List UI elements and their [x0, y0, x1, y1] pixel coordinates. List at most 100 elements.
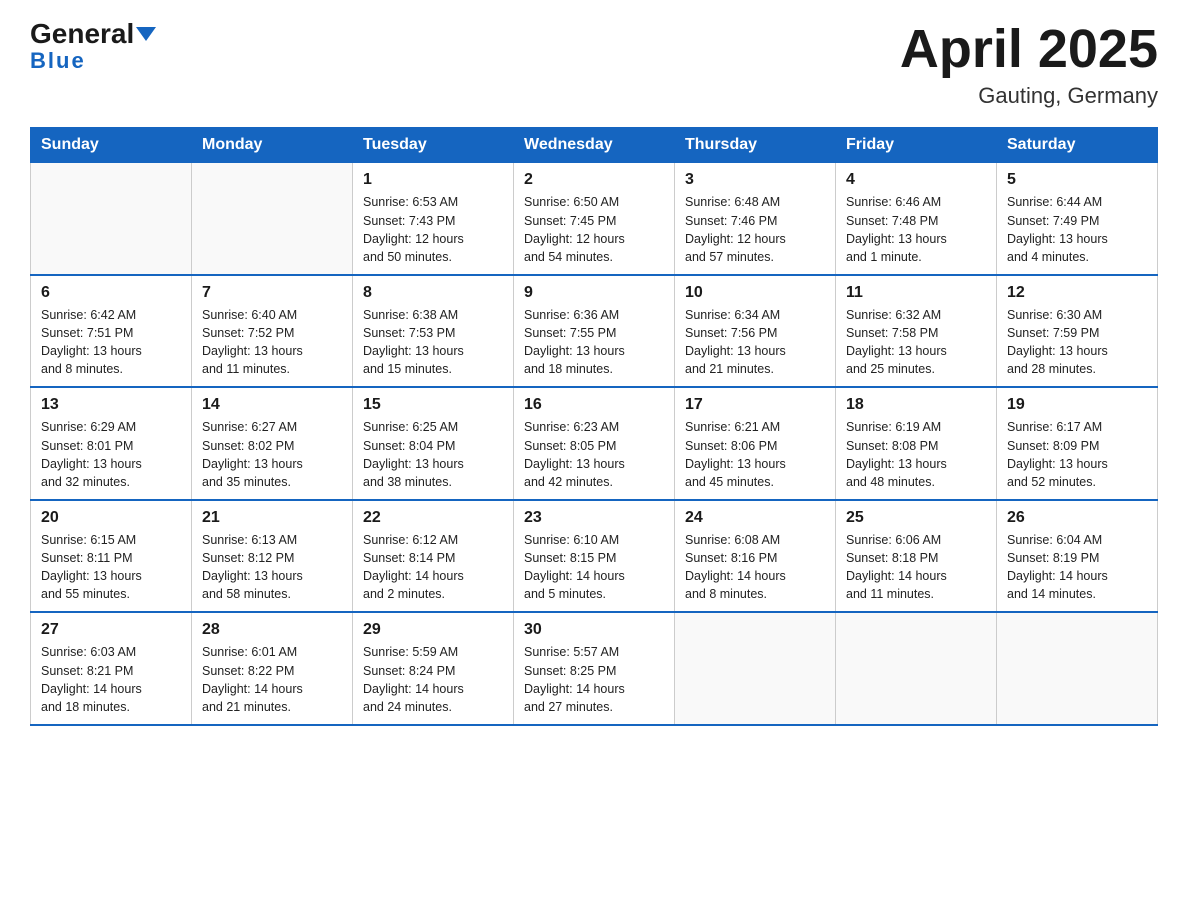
calendar-cell: 12 Sunrise: 6:30 AM Sunset: 7:59 PM Dayli…: [997, 275, 1158, 388]
calendar-month-year: April 2025: [900, 20, 1158, 79]
calendar-cell: 30 Sunrise: 5:57 AM Sunset: 8:25 PM Dayli…: [514, 612, 675, 725]
day-number: 16: [524, 396, 664, 414]
calendar-cell: 25 Sunrise: 6:06 AM Sunset: 8:18 PM Dayli…: [836, 500, 997, 613]
weekday-header-saturday: Saturday: [997, 128, 1158, 163]
calendar-header: SundayMondayTuesdayWednesdayThursdayFrid…: [31, 128, 1158, 163]
calendar-table: SundayMondayTuesdayWednesdayThursdayFrid…: [30, 127, 1158, 726]
day-number: 28: [202, 621, 342, 639]
day-number: 11: [846, 284, 986, 302]
day-info: Sunrise: 6:46 AM Sunset: 7:48 PM Dayligh…: [846, 193, 986, 266]
day-info: Sunrise: 6:40 AM Sunset: 7:52 PM Dayligh…: [202, 306, 342, 379]
calendar-cell: 16 Sunrise: 6:23 AM Sunset: 8:05 PM Dayli…: [514, 387, 675, 500]
weekday-header-wednesday: Wednesday: [514, 128, 675, 163]
calendar-cell: 8Sunrise: 6:38 AM Sunset: 7:53 PM Daylig…: [353, 275, 514, 388]
day-number: 1: [363, 171, 503, 189]
calendar-cell: 6 Sunrise: 6:42 AM Sunset: 7:51 PM Daylig…: [31, 275, 192, 388]
calendar-cell: 3 Sunrise: 6:48 AM Sunset: 7:46 PM Daylig…: [675, 163, 836, 275]
page-header: General Blue April 2025 Gauting, Germany: [30, 20, 1158, 109]
calendar-cell: 5 Sunrise: 6:44 AM Sunset: 7:49 PM Daylig…: [997, 163, 1158, 275]
calendar-cell: [31, 163, 192, 275]
calendar-title-block: April 2025 Gauting, Germany: [900, 20, 1158, 109]
calendar-cell: 1 Sunrise: 6:53 AM Sunset: 7:43 PM Daylig…: [353, 163, 514, 275]
day-info: Sunrise: 6:27 AM Sunset: 8:02 PM Dayligh…: [202, 418, 342, 491]
calendar-cell: [836, 612, 997, 725]
weekday-header-sunday: Sunday: [31, 128, 192, 163]
calendar-location: Gauting, Germany: [900, 83, 1158, 109]
day-number: 2: [524, 171, 664, 189]
weekday-header-monday: Monday: [192, 128, 353, 163]
calendar-cell: 24Sunrise: 6:08 AM Sunset: 8:16 PM Dayli…: [675, 500, 836, 613]
day-info: Sunrise: 6:15 AM Sunset: 8:11 PM Dayligh…: [41, 531, 181, 604]
calendar-cell: 23 Sunrise: 6:10 AM Sunset: 8:15 PM Dayli…: [514, 500, 675, 613]
weekday-header-thursday: Thursday: [675, 128, 836, 163]
day-info: Sunrise: 6:23 AM Sunset: 8:05 PM Dayligh…: [524, 418, 664, 491]
day-info: Sunrise: 6:48 AM Sunset: 7:46 PM Dayligh…: [685, 193, 825, 266]
day-info: Sunrise: 5:57 AM Sunset: 8:25 PM Dayligh…: [524, 643, 664, 716]
day-number: 12: [1007, 284, 1147, 302]
day-info: Sunrise: 6:01 AM Sunset: 8:22 PM Dayligh…: [202, 643, 342, 716]
day-number: 30: [524, 621, 664, 639]
day-info: Sunrise: 6:32 AM Sunset: 7:58 PM Dayligh…: [846, 306, 986, 379]
day-info: Sunrise: 6:29 AM Sunset: 8:01 PM Dayligh…: [41, 418, 181, 491]
day-number: 20: [41, 509, 181, 527]
day-number: 23: [524, 509, 664, 527]
day-info: Sunrise: 6:36 AM Sunset: 7:55 PM Dayligh…: [524, 306, 664, 379]
day-number: 14: [202, 396, 342, 414]
day-number: 4: [846, 171, 986, 189]
weekday-header-row: SundayMondayTuesdayWednesdayThursdayFrid…: [31, 128, 1158, 163]
day-info: Sunrise: 6:10 AM Sunset: 8:15 PM Dayligh…: [524, 531, 664, 604]
day-info: Sunrise: 6:50 AM Sunset: 7:45 PM Dayligh…: [524, 193, 664, 266]
calendar-cell: 4 Sunrise: 6:46 AM Sunset: 7:48 PM Daylig…: [836, 163, 997, 275]
day-number: 25: [846, 509, 986, 527]
calendar-cell: [675, 612, 836, 725]
day-number: 26: [1007, 509, 1147, 527]
calendar-cell: 17Sunrise: 6:21 AM Sunset: 8:06 PM Dayli…: [675, 387, 836, 500]
logo-blue-text: Blue: [30, 48, 86, 74]
calendar-week-row: 20 Sunrise: 6:15 AM Sunset: 8:11 PM Dayli…: [31, 500, 1158, 613]
calendar-cell: 18Sunrise: 6:19 AM Sunset: 8:08 PM Dayli…: [836, 387, 997, 500]
calendar-cell: 11 Sunrise: 6:32 AM Sunset: 7:58 PM Dayli…: [836, 275, 997, 388]
day-info: Sunrise: 6:06 AM Sunset: 8:18 PM Dayligh…: [846, 531, 986, 604]
day-info: Sunrise: 6:34 AM Sunset: 7:56 PM Dayligh…: [685, 306, 825, 379]
day-number: 9: [524, 284, 664, 302]
day-info: Sunrise: 6:53 AM Sunset: 7:43 PM Dayligh…: [363, 193, 503, 266]
day-info: Sunrise: 6:44 AM Sunset: 7:49 PM Dayligh…: [1007, 193, 1147, 266]
day-number: 21: [202, 509, 342, 527]
day-info: Sunrise: 6:42 AM Sunset: 7:51 PM Dayligh…: [41, 306, 181, 379]
calendar-cell: 20 Sunrise: 6:15 AM Sunset: 8:11 PM Dayli…: [31, 500, 192, 613]
calendar-week-row: 13 Sunrise: 6:29 AM Sunset: 8:01 PM Dayli…: [31, 387, 1158, 500]
day-info: Sunrise: 6:08 AM Sunset: 8:16 PM Dayligh…: [685, 531, 825, 604]
calendar-cell: 22Sunrise: 6:12 AM Sunset: 8:14 PM Dayli…: [353, 500, 514, 613]
calendar-cell: 19Sunrise: 6:17 AM Sunset: 8:09 PM Dayli…: [997, 387, 1158, 500]
day-number: 8: [363, 284, 503, 302]
calendar-cell: 10 Sunrise: 6:34 AM Sunset: 7:56 PM Dayli…: [675, 275, 836, 388]
logo-blue-label: Blue: [30, 48, 86, 73]
day-info: Sunrise: 6:30 AM Sunset: 7:59 PM Dayligh…: [1007, 306, 1147, 379]
calendar-week-row: 27Sunrise: 6:03 AM Sunset: 8:21 PM Dayli…: [31, 612, 1158, 725]
day-info: Sunrise: 5:59 AM Sunset: 8:24 PM Dayligh…: [363, 643, 503, 716]
day-number: 6: [41, 284, 181, 302]
day-number: 10: [685, 284, 825, 302]
day-number: 7: [202, 284, 342, 302]
day-number: 17: [685, 396, 825, 414]
logo-general-text: General: [30, 20, 134, 48]
logo-triangle-icon: [136, 27, 156, 41]
calendar-cell: 9 Sunrise: 6:36 AM Sunset: 7:55 PM Daylig…: [514, 275, 675, 388]
day-number: 19: [1007, 396, 1147, 414]
calendar-week-row: 6 Sunrise: 6:42 AM Sunset: 7:51 PM Daylig…: [31, 275, 1158, 388]
day-info: Sunrise: 6:25 AM Sunset: 8:04 PM Dayligh…: [363, 418, 503, 491]
day-info: Sunrise: 6:12 AM Sunset: 8:14 PM Dayligh…: [363, 531, 503, 604]
day-number: 5: [1007, 171, 1147, 189]
calendar-cell: 29 Sunrise: 5:59 AM Sunset: 8:24 PM Dayli…: [353, 612, 514, 725]
day-number: 3: [685, 171, 825, 189]
calendar-cell: 26Sunrise: 6:04 AM Sunset: 8:19 PM Dayli…: [997, 500, 1158, 613]
calendar-cell: 7 Sunrise: 6:40 AM Sunset: 7:52 PM Daylig…: [192, 275, 353, 388]
logo: General Blue: [30, 20, 156, 74]
calendar-cell: [192, 163, 353, 275]
day-number: 29: [363, 621, 503, 639]
calendar-week-row: 1 Sunrise: 6:53 AM Sunset: 7:43 PM Daylig…: [31, 163, 1158, 275]
calendar-cell: 2 Sunrise: 6:50 AM Sunset: 7:45 PM Daylig…: [514, 163, 675, 275]
calendar-cell: 14 Sunrise: 6:27 AM Sunset: 8:02 PM Dayli…: [192, 387, 353, 500]
day-number: 13: [41, 396, 181, 414]
day-info: Sunrise: 6:19 AM Sunset: 8:08 PM Dayligh…: [846, 418, 986, 491]
